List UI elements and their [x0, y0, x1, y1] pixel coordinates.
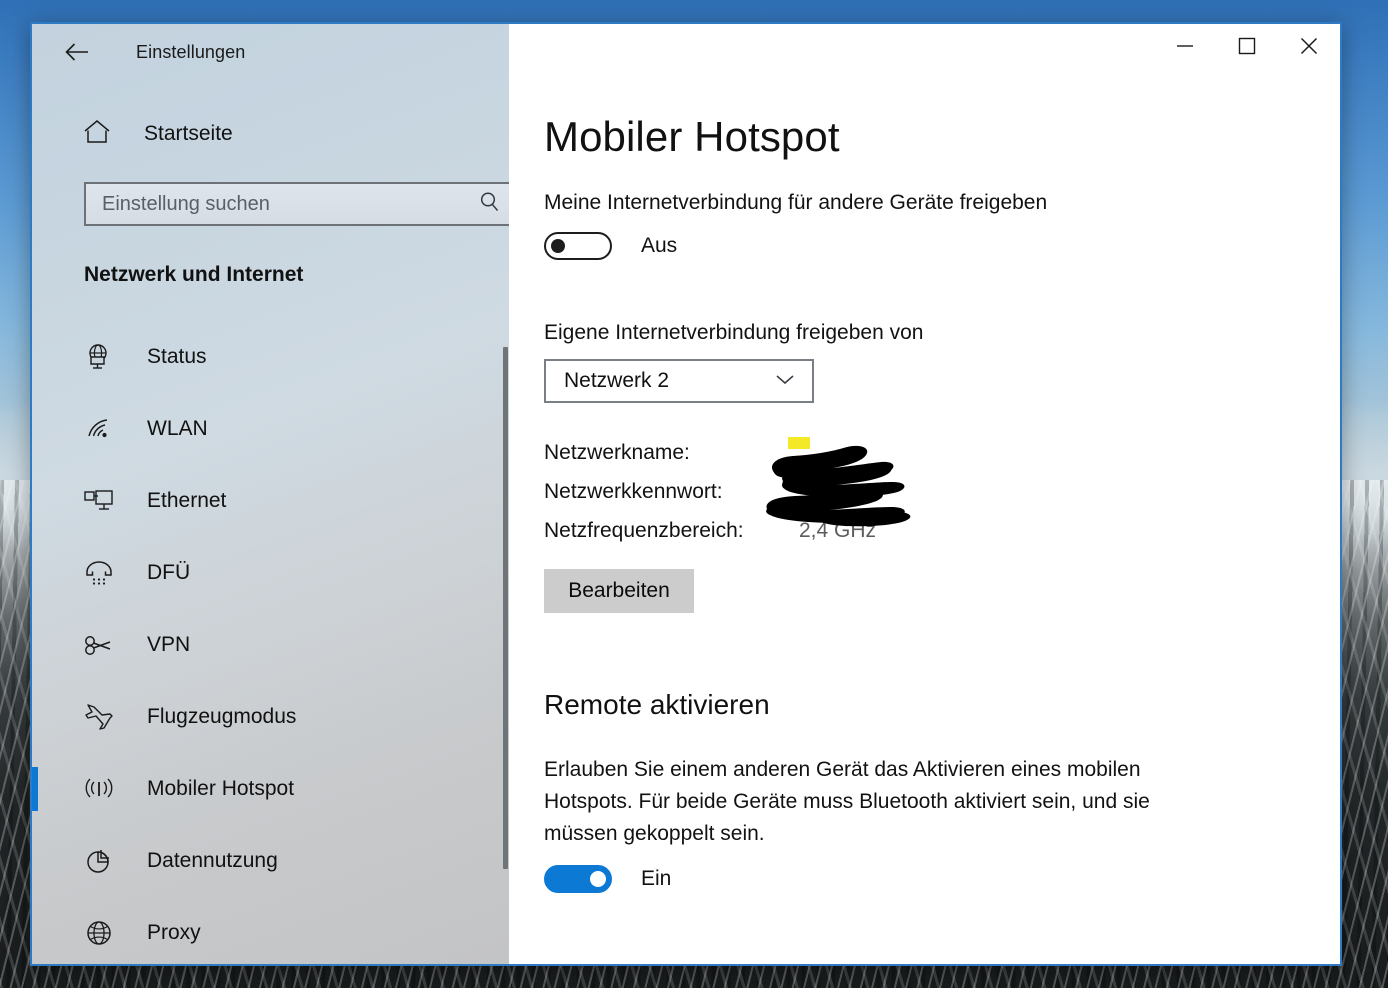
sidebar-item-label: DFÜ	[147, 561, 191, 584]
sidebar-item-data-usage[interactable]: Datennutzung	[32, 825, 509, 897]
main-content: Mobiler Hotspot Meine Internetverbindung…	[509, 113, 1340, 893]
window-controls	[509, 24, 1340, 80]
vpn-key-icon	[82, 628, 116, 662]
search-box[interactable]	[84, 182, 509, 226]
globe-monitor-icon	[82, 340, 116, 374]
sidebar-category-title: Netzwerk und Internet	[84, 263, 304, 286]
minimize-button[interactable]	[1154, 24, 1216, 68]
sidebar-item-label: Status	[147, 345, 207, 368]
detail-key: Netzfrequenzbereich:	[544, 519, 744, 542]
sidebar-item-wlan[interactable]: WLAN	[32, 393, 509, 465]
sidebar-item-mobile-hotspot[interactable]: Mobiler Hotspot	[32, 753, 509, 825]
sidebar-item-dfu[interactable]: DFÜ	[32, 537, 509, 609]
sidebar-item-label: VPN	[147, 633, 191, 656]
search-input[interactable]	[100, 191, 478, 217]
hotspot-broadcast-icon	[82, 772, 116, 806]
share-connection-toggle-state: Aus	[641, 234, 678, 257]
detail-key: Netzwerkname:	[544, 441, 690, 464]
remote-activation-toggle-state: Ein	[641, 867, 672, 890]
sidebar-item-label: WLAN	[147, 417, 208, 440]
chevron-down-icon	[774, 372, 796, 391]
wifi-icon	[82, 412, 116, 446]
close-button[interactable]	[1278, 24, 1340, 68]
globe-icon	[82, 916, 116, 950]
share-connection-label: Meine Internetverbindung für andere Gerä…	[544, 191, 1048, 214]
sidebar-scrollbar[interactable]	[503, 347, 508, 869]
detail-row-network-password: Netzwerkkennwort:	[544, 480, 1310, 519]
sidebar-item-label: Datennutzung	[147, 849, 278, 872]
window-titlebar-left: Einstellungen	[32, 24, 509, 80]
share-from-dropdown[interactable]: Netzwerk 2	[544, 359, 814, 403]
dropdown-selected-value: Netzwerk 2	[564, 369, 670, 392]
share-connection-toggle[interactable]	[544, 232, 612, 260]
settings-main-pane: Mobiler Hotspot Meine Internetverbindung…	[509, 24, 1340, 964]
sidebar-item-ethernet[interactable]: Ethernet	[32, 465, 509, 537]
search-icon	[478, 190, 502, 219]
remote-activation-toggle[interactable]	[544, 865, 612, 893]
settings-sidebar: Einstellungen Startseite Einstellung suc…	[32, 24, 509, 964]
back-button[interactable]	[56, 32, 98, 72]
page-title: Mobiler Hotspot	[544, 113, 840, 160]
detail-key: Netzwerkkennwort:	[544, 480, 723, 503]
dialup-phone-icon	[82, 556, 116, 590]
toggle-knob	[590, 871, 606, 887]
close-icon	[1300, 37, 1318, 55]
remote-activation-description: Erlauben Sie einem anderen Gerät das Akt…	[544, 758, 1150, 845]
sidebar-item-airplane-mode[interactable]: Flugzeugmodus	[32, 681, 509, 753]
sidebar-item-label: Proxy	[147, 921, 201, 944]
edit-button[interactable]: Bearbeiten	[544, 569, 694, 613]
detail-row-frequency-band: Netzfrequenzbereich: 2,4 GHz	[544, 519, 1310, 558]
sidebar-item-status[interactable]: Status	[32, 321, 509, 393]
detail-value: 2,4 GHz	[799, 519, 877, 542]
network-details: Netzwerkname: Netzwerkkennwort: Netzfreq…	[544, 437, 1310, 613]
airplane-icon	[82, 700, 116, 734]
sidebar-home-label: Startseite	[144, 122, 233, 145]
ethernet-icon	[82, 484, 116, 518]
maximize-icon	[1238, 37, 1256, 55]
settings-window: Einstellungen Startseite Einstellung suc…	[30, 22, 1342, 966]
detail-row-network-name: Netzwerkname:	[544, 441, 1310, 480]
maximize-button[interactable]	[1216, 24, 1278, 68]
remote-activation-heading: Remote aktivieren	[544, 689, 770, 720]
sidebar-item-label: Mobiler Hotspot	[147, 777, 295, 800]
toggle-knob	[551, 239, 565, 253]
sidebar-item-vpn[interactable]: VPN	[32, 609, 509, 681]
pie-chart-icon	[82, 844, 116, 878]
minimize-icon	[1177, 45, 1193, 47]
sidebar-item-home[interactable]: Startseite	[32, 110, 509, 158]
sidebar-item-label: Flugzeugmodus	[147, 705, 297, 728]
remote-activation-toggle-row: Ein	[544, 865, 1310, 893]
desktop-wallpaper: Einstellungen Startseite Einstellung suc…	[0, 0, 1388, 988]
sidebar-item-proxy[interactable]: Proxy	[32, 897, 509, 964]
share-connection-toggle-row: Aus	[544, 232, 1310, 260]
share-from-label: Eigene Internetverbindung freigeben von	[544, 321, 924, 344]
window-title: Einstellungen	[136, 41, 246, 62]
back-arrow-icon	[65, 43, 88, 61]
sidebar-nav-list: Status WLAN Ethernet DFÜ VPN Flugzeugmod…	[32, 321, 509, 964]
home-icon	[82, 118, 112, 151]
sidebar-item-label: Ethernet	[147, 489, 227, 512]
